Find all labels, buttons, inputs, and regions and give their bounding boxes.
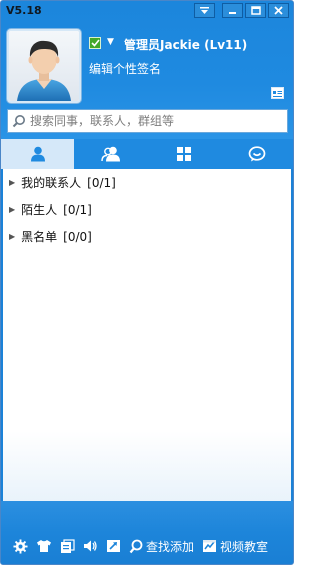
maximize-icon	[250, 6, 261, 15]
caret-right-icon: ▶	[9, 178, 16, 187]
version-label: V5.18	[6, 4, 42, 17]
profile-card-icon	[273, 91, 282, 97]
group-name: 陌生人	[21, 203, 58, 217]
group-count: [0/1]	[63, 202, 92, 217]
list-item[interactable]: ▶ 陌生人 [0/1]	[3, 196, 291, 223]
apps-grid-icon	[176, 147, 191, 161]
find-icon	[129, 539, 143, 553]
maximize-button[interactable]	[245, 3, 266, 18]
speaker-icon	[84, 540, 97, 552]
video-class-button[interactable]: 视频教室	[202, 538, 268, 555]
signature-edit[interactable]: 编辑个性签名	[89, 60, 161, 77]
window-controls	[194, 3, 289, 18]
list-item[interactable]: ▶ 黑名单 [0/0]	[3, 223, 291, 250]
main-tabs	[1, 139, 293, 169]
bottom-toolbar: 查找添加 视频教室	[13, 536, 268, 556]
find-add-label: 查找添加	[146, 539, 195, 554]
group-icon	[100, 146, 120, 162]
sound-button[interactable]	[83, 539, 98, 553]
message-manager-icon	[61, 538, 75, 553]
minimize-button[interactable]	[222, 3, 243, 18]
gear-icon	[13, 538, 28, 554]
file-transfer-button[interactable]	[106, 539, 121, 553]
file-transfer-icon	[107, 540, 120, 552]
tshirt-icon	[37, 540, 51, 552]
status-dropdown-arrow[interactable]: ▼	[107, 37, 114, 47]
tab-contacts[interactable]	[1, 139, 74, 169]
group-name: 黑名单	[21, 230, 58, 244]
skin-menu-icon	[200, 7, 209, 14]
minimize-icon	[229, 12, 236, 14]
avatar[interactable]	[7, 29, 81, 103]
tab-apps[interactable]	[147, 139, 220, 169]
list-bottom-fade	[3, 431, 291, 501]
tab-recent[interactable]	[220, 139, 293, 169]
close-icon	[274, 6, 283, 15]
search-box[interactable]	[7, 109, 288, 133]
user-display-name: 管理员Jackie (Lv11)	[124, 38, 248, 52]
main-window: V5.18 ▼ 管理员Jackie (Lv11) 编辑个性签名 搜索同事，联系人…	[0, 0, 294, 565]
video-class-label: 视频教室	[220, 539, 269, 554]
check-icon	[90, 39, 100, 47]
search-icon	[12, 115, 25, 128]
profile-card-button[interactable]	[271, 87, 284, 99]
caret-right-icon: ▶	[9, 205, 16, 214]
settings-button[interactable]	[13, 538, 28, 554]
online-status-toggle[interactable]	[89, 37, 101, 49]
group-name: 我的联系人	[21, 176, 82, 190]
find-add-button[interactable]: 查找添加	[129, 538, 194, 555]
profile-header: V5.18 ▼ 管理员Jackie (Lv11) 编辑个性签名 搜索同事，联系人…	[1, 1, 293, 139]
chat-bubble-icon	[248, 146, 265, 162]
user-avatar-icon	[9, 31, 79, 101]
video-class-icon	[203, 540, 217, 552]
group-count: [0/0]	[63, 229, 92, 244]
list-item[interactable]: ▶ 我的联系人 [0/1]	[3, 169, 291, 196]
message-manager-button[interactable]	[60, 538, 75, 554]
skin-menu-button[interactable]	[194, 3, 215, 18]
caret-right-icon: ▶	[9, 232, 16, 241]
close-button[interactable]	[268, 3, 289, 18]
person-icon	[30, 146, 45, 162]
skin-button[interactable]	[36, 539, 52, 553]
tab-groups[interactable]	[74, 139, 147, 169]
search-input[interactable]	[30, 114, 270, 128]
group-count: [0/1]	[87, 175, 116, 190]
